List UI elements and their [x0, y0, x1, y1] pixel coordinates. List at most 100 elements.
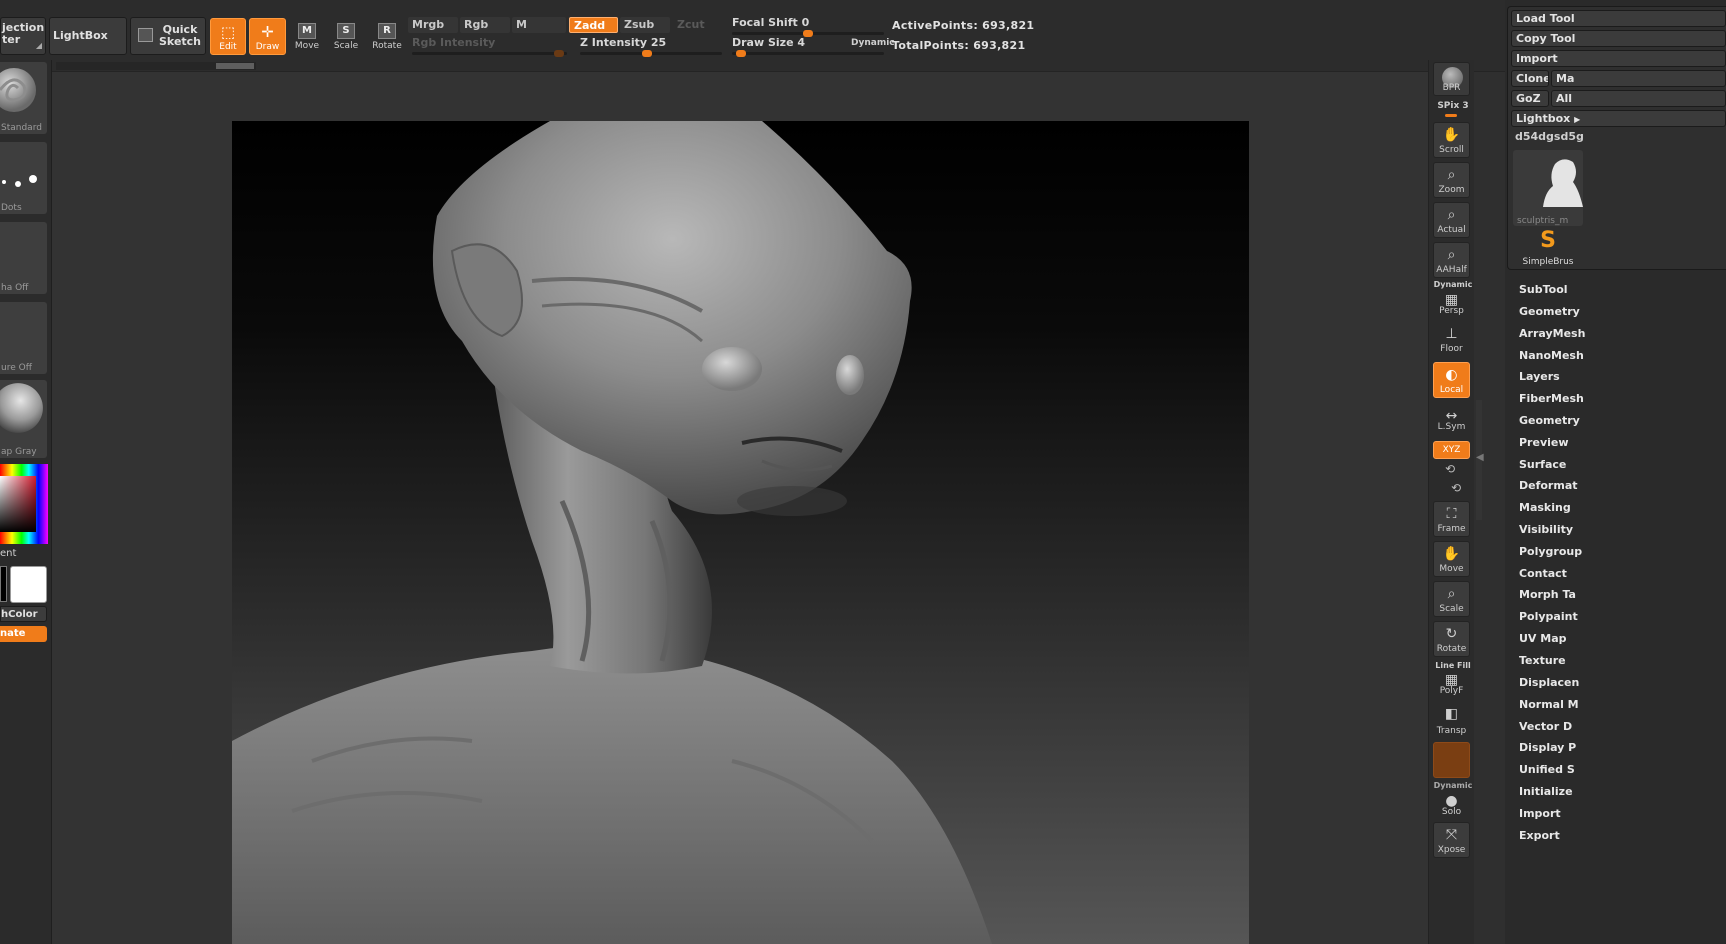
floor-button[interactable]: ⊥ Floor — [1433, 322, 1470, 356]
color-picker[interactable] — [0, 464, 48, 544]
menu-geometry[interactable]: Geometry — [1519, 305, 1580, 318]
draw-size-knob[interactable] — [736, 50, 746, 57]
stroke-selector[interactable]: Dots — [0, 142, 47, 214]
transp-button[interactable]: ◧ Transp — [1433, 702, 1470, 738]
menu-normal-map[interactable]: Normal M — [1519, 698, 1579, 711]
switch-color-button[interactable]: hColor — [0, 606, 47, 622]
focal-shift-slider[interactable]: Focal Shift 0 — [732, 16, 884, 37]
actual-button[interactable]: ⌕ Actual — [1433, 202, 1470, 238]
scroll-button[interactable]: ✋ Scroll — [1433, 122, 1470, 158]
copy-tool-button[interactable]: Copy Tool — [1511, 30, 1726, 47]
load-tool-button[interactable]: Load Tool — [1511, 10, 1726, 27]
color-picker-square[interactable] — [0, 476, 36, 532]
lightbox-button[interactable]: LightBox — [49, 17, 127, 55]
rgb-intensity-slider[interactable]: Rgb Intensity — [412, 36, 567, 57]
menu-masking[interactable]: Masking — [1519, 501, 1571, 514]
menu-polygroups[interactable]: Polygroup — [1519, 545, 1582, 558]
document-scroll-thumb[interactable] — [216, 63, 254, 69]
polyf-button[interactable]: ▦ PolyF — [1433, 668, 1470, 698]
collapse-arrow-icon[interactable]: ◀ — [1476, 452, 1484, 463]
menu-vector-displacement[interactable]: Vector D — [1519, 720, 1572, 733]
lsym-button[interactable]: ↔ L.Sym — [1433, 404, 1470, 434]
persp-button[interactable]: ▦ Persp — [1433, 288, 1470, 318]
main-color-swatch[interactable] — [10, 566, 47, 603]
menu-import[interactable]: Import — [1519, 807, 1561, 820]
rgb-intensity-knob[interactable] — [554, 50, 564, 57]
rotate-button[interactable]: R Rotate — [369, 20, 405, 58]
menu-visibility[interactable]: Visibility — [1519, 523, 1573, 536]
brush-selector[interactable]: Standard — [0, 62, 47, 134]
menu-nanomesh[interactable]: NanoMesh — [1519, 349, 1584, 362]
menu-surface[interactable]: Surface — [1519, 458, 1566, 471]
move-view-button[interactable]: ✋ Move — [1433, 541, 1470, 577]
alternate-button[interactable]: nate — [0, 626, 47, 642]
z-intensity-slider[interactable]: Z Intensity 25 — [580, 36, 722, 57]
draw-button[interactable]: ✛ Draw — [249, 18, 286, 55]
texture-selector[interactable]: ure Off — [0, 302, 47, 374]
make-polymesh-button[interactable]: Ma — [1551, 70, 1726, 87]
import-tool-button[interactable]: Import — [1511, 50, 1726, 67]
menu-morph-target[interactable]: Morph Ta — [1519, 588, 1576, 601]
rotate-z-icon[interactable]: ⟲ — [1451, 481, 1461, 495]
zadd-button[interactable]: Zadd — [569, 17, 618, 33]
zoom-button[interactable]: ⌕ Zoom — [1433, 162, 1470, 198]
menu-initialize[interactable]: Initialize — [1519, 785, 1573, 798]
spix-knob[interactable] — [1445, 114, 1457, 117]
rotate-view-icon: ↻ — [1445, 626, 1458, 642]
scale-button[interactable]: S Scale — [328, 20, 364, 58]
menu-deformation[interactable]: Deformat — [1519, 479, 1578, 492]
bpr-button[interactable]: BPR — [1433, 62, 1470, 96]
m-button[interactable]: M — [512, 17, 566, 33]
menu-subtool[interactable]: SubTool — [1519, 283, 1568, 296]
xyz-button[interactable]: XYZ — [1433, 441, 1470, 459]
projection-master-button[interactable]: jection ter ◢ — [0, 17, 46, 55]
rgb-button[interactable]: Rgb — [460, 17, 510, 33]
zsub-button[interactable]: Zsub — [620, 17, 670, 33]
spix-slider[interactable]: SPix 3 — [1433, 101, 1473, 111]
lightbox-tools-button[interactable]: Lightbox ▶ — [1511, 110, 1726, 127]
magnifier-aahalf-icon: ⌕ — [1447, 247, 1456, 263]
menu-export[interactable]: Export — [1519, 829, 1560, 842]
xpose-button[interactable]: ⤧ Xpose — [1433, 822, 1470, 858]
simplebrush-tool[interactable]: S SimpleBrus — [1513, 228, 1583, 268]
menu-fibermesh[interactable]: FiberMesh — [1519, 392, 1584, 405]
scale-view-button[interactable]: ⌕ Scale — [1433, 581, 1470, 617]
document-scrollbar[interactable] — [56, 62, 256, 70]
menu-geometry-hd[interactable]: Geometry — [1519, 414, 1580, 427]
menu-arraymesh[interactable]: ArrayMesh — [1519, 327, 1585, 340]
sculpt-viewport[interactable] — [232, 121, 1249, 944]
menu-uv-map[interactable]: UV Map — [1519, 632, 1567, 645]
dynamic-toggle[interactable]: Dynamic — [851, 38, 895, 48]
menu-layers[interactable]: Layers — [1519, 370, 1560, 383]
goz-button[interactable]: GoZ — [1511, 90, 1549, 107]
material-selector[interactable]: ap Gray — [0, 380, 47, 458]
all-button[interactable]: All — [1551, 90, 1726, 107]
menu-preview[interactable]: Preview — [1519, 436, 1569, 449]
zcut-button[interactable]: Zcut — [673, 17, 723, 33]
frame-button[interactable]: ⛶ Frame — [1433, 501, 1470, 537]
brush-caption: Standard — [1, 123, 42, 133]
edit-button[interactable]: ⬚ Edit — [210, 18, 246, 55]
menu-contact[interactable]: Contact — [1519, 567, 1567, 580]
rotate-view-button[interactable]: ↻ Rotate — [1433, 621, 1470, 657]
menu-displacement-map[interactable]: Displacen — [1519, 676, 1579, 689]
ghost-button[interactable] — [1433, 742, 1470, 778]
mrgb-button[interactable]: Mrgb — [408, 17, 458, 33]
solo-button[interactable]: ● Solo — [1433, 789, 1470, 819]
menu-unified-skin[interactable]: Unified S — [1519, 763, 1575, 776]
clone-button[interactable]: Clone — [1511, 70, 1549, 87]
move-button[interactable]: M Move — [289, 20, 325, 58]
menu-polypaint[interactable]: Polypaint — [1519, 610, 1578, 623]
menu-display-properties[interactable]: Display P — [1519, 741, 1576, 754]
alpha-selector[interactable]: ha Off — [0, 222, 47, 294]
aahalf-button[interactable]: ⌕ AAHalf — [1433, 242, 1470, 278]
current-tool-thumbnail[interactable]: sculptris_m — [1513, 150, 1583, 226]
quick-sketch-label-2: Sketch — [159, 35, 202, 48]
z-intensity-knob[interactable] — [642, 50, 652, 57]
rotate-y-icon[interactable]: ⟲ — [1445, 462, 1455, 476]
local-button[interactable]: ◐ Local — [1433, 362, 1470, 398]
menu-texture-map[interactable]: Texture — [1519, 654, 1566, 667]
secondary-color-swatch[interactable] — [0, 566, 7, 602]
active-points: ActivePoints: 693,821 — [892, 19, 1035, 32]
quick-sketch-button[interactable]: Quick Sketch — [130, 17, 206, 55]
